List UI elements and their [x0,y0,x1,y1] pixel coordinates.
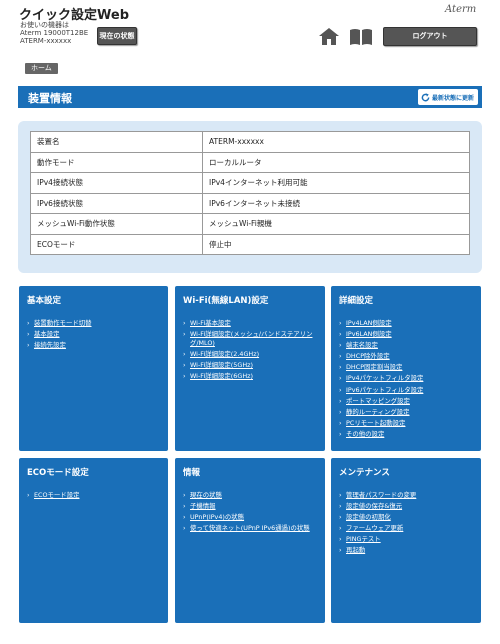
tile-title: ECOモード設定 [27,468,89,478]
link-dhcp-exclude[interactable]: DHCP除外設定 [339,352,475,361]
table-row: ECOモード 停止中 [30,233,470,255]
refresh-label: 最新状態に更新 [431,94,474,102]
page-title-bar: 装置情報 最新状態に更新 [18,86,482,108]
link-upnp-status[interactable]: UPnP(IPv4)の状態 [183,513,319,522]
link-pc-wake[interactable]: PCリモート起動設定 [339,419,475,428]
link-list: 現在の状態 子機情報 UPnP(IPv4)の状態 使って快適ネット(UPnP I… [183,491,319,535]
info-value: メッシュWi-Fi親機 [202,213,470,235]
link-wifi-mesh[interactable]: Wi-Fi詳細設定(メッシュ/バンドステアリング/MLO) [183,330,319,348]
info-key: ECOモード [30,233,203,255]
tile-wifi-settings: Wi-Fi(無線LAN)設定 Wi-Fi基本設定 Wi-Fi詳細設定(メッシュ/… [175,286,325,451]
link-list: ECOモード設定 [27,491,162,502]
link-device-mode[interactable]: 装置動作モード切替 [27,319,162,328]
table-row: メッシュWi-Fi動作状態 メッシュWi-Fi親機 [30,213,470,235]
link-admin-password[interactable]: 管理者パスワードの変更 [339,491,475,500]
refresh-icon [421,92,430,101]
info-value: ローカルルータ [202,151,470,173]
link-list: 管理者パスワードの変更 設定値の保存&復元 設定値の初期化 ファームウェア更新 … [339,491,475,558]
tile-advanced-settings: 詳細設定 IPv4LAN側設定 IPv6LAN側設定 端末名設定 DHCP除外設… [331,286,481,451]
device-info: お使いの機器は Aterm 19000T12BE ATERM-xxxxxx [20,21,88,45]
breadcrumb-home[interactable]: ホーム [25,63,58,74]
table-row: 動作モード ローカルルータ [30,151,470,173]
info-value: IPv6インターネット未接続 [202,192,470,214]
tile-title: Wi-Fi(無線LAN)設定 [183,296,269,306]
link-backup-restore[interactable]: 設定値の保存&復元 [339,502,475,511]
link-current-status[interactable]: 現在の状態 [183,491,319,500]
link-factory-reset[interactable]: 設定値の初期化 [339,513,475,522]
info-key: IPv6接続状態 [30,192,203,214]
home-icon[interactable] [319,28,339,45]
tile-information: 情報 現在の状態 子機情報 UPnP(IPv4)の状態 使って快適ネット(UPn… [175,458,325,623]
link-other-settings[interactable]: その他の設定 [339,430,475,439]
header: クイック設定Web お使いの機器は Aterm 19000T12BE ATERM… [0,0,500,56]
page-title: 装置情報 [28,92,72,105]
tile-basic-settings: 基本設定 装置動作モード切替 基本設定 接続先設定 [19,286,168,451]
link-list: 装置動作モード切替 基本設定 接続先設定 [27,319,162,352]
link-ipv6-filter[interactable]: IPv6パケットフィルタ設定 [339,386,475,395]
link-ipv4-lan[interactable]: IPv4LAN側設定 [339,319,475,328]
link-ipv4-filter[interactable]: IPv4パケットフィルタ設定 [339,374,475,383]
table-row: IPv6接続状態 IPv6インターネット未接続 [30,192,470,214]
tile-title: 情報 [183,468,201,478]
link-port-mapping[interactable]: ポートマッピング設定 [339,397,475,406]
refresh-button[interactable]: 最新状態に更新 [417,89,478,105]
device-model: Aterm 19000T12BE [20,29,89,37]
table-row: IPv4接続状態 IPv4インターネット利用可能 [30,172,470,194]
brand-logo: Aterm [445,4,477,15]
info-value: IPv4インターネット利用可能 [202,172,470,194]
logout-button[interactable]: ログアウト [383,27,477,46]
info-value: ATERM-xxxxxx [202,131,470,153]
info-key: メッシュWi-Fi動作状態 [30,213,203,235]
link-list: IPv4LAN側設定 IPv6LAN側設定 端末名設定 DHCP除外設定 DHC… [339,319,475,441]
link-wifi-6g[interactable]: Wi-Fi詳細設定(6GHz) [183,372,319,381]
tile-title: メンテナンス [339,468,390,478]
link-eco-mode[interactable]: ECOモード設定 [27,491,162,500]
device-info-table: 装置名 ATERM-xxxxxx 動作モード ローカルルータ IPv4接続状態 IPv… [30,131,470,255]
link-list: Wi-Fi基本設定 Wi-Fi詳細設定(メッシュ/バンドステアリング/MLO) … [183,319,319,383]
link-ping-test[interactable]: PINGテスト [339,535,475,544]
link-dhcp-fixed[interactable]: DHCP固定割当設定 [339,363,475,372]
info-key: 装置名 [30,131,203,153]
link-reboot[interactable]: 再起動 [339,546,475,555]
device-info-label: お使いの機器は [20,21,69,29]
link-static-routing[interactable]: 静的ルーティング設定 [339,408,475,417]
book-icon[interactable] [349,28,373,45]
tile-title: 基本設定 [27,296,62,306]
link-wifi-5g[interactable]: Wi-Fi詳細設定(5GHz) [183,361,319,370]
link-connection-settings[interactable]: 接続先設定 [27,341,162,350]
device-info-panel: 装置名 ATERM-xxxxxx 動作モード ローカルルータ IPv4接続状態 IPv… [18,121,482,273]
link-client-info[interactable]: 子機情報 [183,502,319,511]
link-device-name[interactable]: 端末名設定 [339,341,475,350]
link-upnp-ipv6-status[interactable]: 使って快適ネット(UPnP IPv6通過)の状態 [183,524,319,533]
device-name: ATERM-xxxxxx [20,37,72,45]
info-key: 動作モード [30,151,203,173]
tile-title: 詳細設定 [339,296,374,306]
info-key: IPv4接続状態 [30,172,203,194]
current-status-button[interactable]: 現在の状態 [97,27,137,45]
link-basic-settings[interactable]: 基本設定 [27,330,162,339]
tile-maintenance: メンテナンス 管理者パスワードの変更 設定値の保存&復元 設定値の初期化 ファー… [331,458,481,623]
link-wifi-2g[interactable]: Wi-Fi詳細設定(2.4GHz) [183,350,319,359]
link-wifi-basic[interactable]: Wi-Fi基本設定 [183,319,319,328]
info-value: 停止中 [202,233,470,255]
table-row: 装置名 ATERM-xxxxxx [30,131,470,153]
tile-eco-settings: ECOモード設定 ECOモード設定 [19,458,168,623]
link-ipv6-lan[interactable]: IPv6LAN側設定 [339,330,475,339]
link-firmware-update[interactable]: ファームウェア更新 [339,524,475,533]
